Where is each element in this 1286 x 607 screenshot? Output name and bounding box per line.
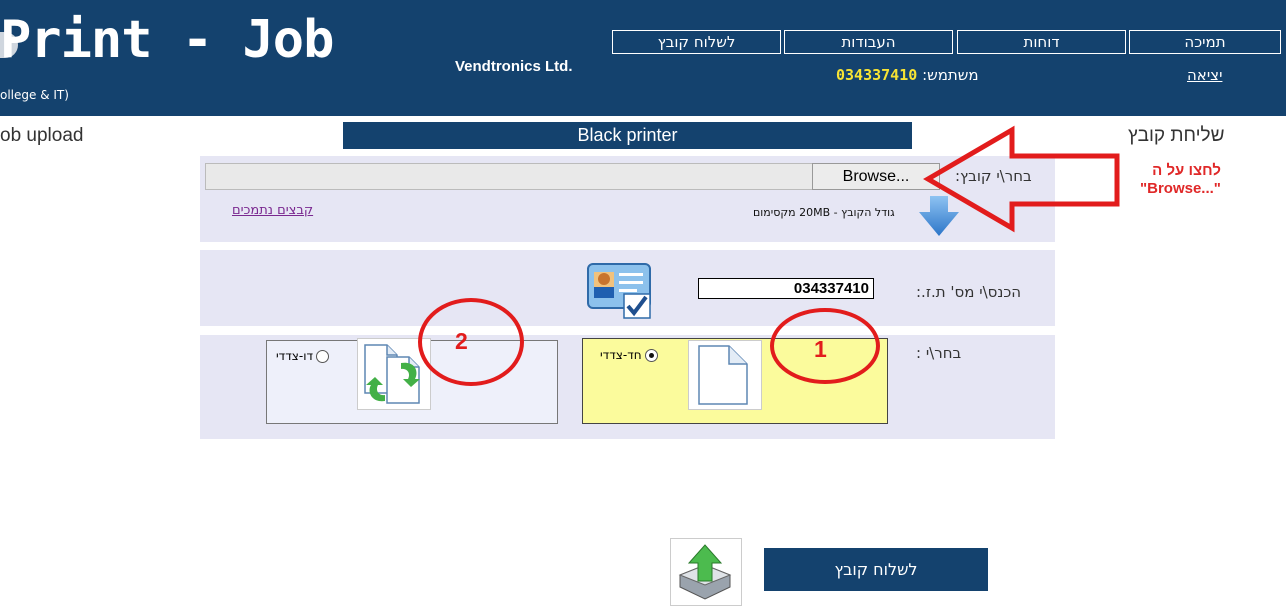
single-page-icon — [698, 345, 748, 405]
nav-reports[interactable]: דוחות — [957, 30, 1126, 54]
printer-name: Black printer — [343, 122, 912, 149]
nav-support[interactable]: תמיכה — [1129, 30, 1281, 54]
browse-hint: לחצו על ה "Browse..." — [1140, 162, 1221, 198]
supported-files-link[interactable]: קבצים נתמכים — [232, 203, 313, 218]
logout-link[interactable]: יציאה — [1187, 66, 1222, 84]
id-number-input[interactable] — [698, 278, 874, 299]
submit-file-button[interactable]: לשלוח קובץ — [764, 548, 988, 591]
annotation-number-2: 2 — [455, 328, 468, 354]
hint-line-1: לחצו על ה — [1152, 162, 1221, 179]
user-id: 034337410 — [836, 66, 918, 84]
single-sided-radio[interactable]: חד-צדדי — [600, 348, 658, 362]
page-title-right: שליחת קובץ — [1128, 125, 1225, 146]
page-title-left: ob upload — [0, 125, 84, 146]
hint-line-2: "Browse..." — [1140, 180, 1221, 197]
radio-double[interactable] — [316, 350, 330, 363]
annotation-number-1: 1 — [814, 336, 827, 362]
radio-single[interactable] — [644, 349, 658, 362]
college-label: ollege & IT) — [0, 88, 69, 102]
double-sided-label: דו-צדדי — [276, 349, 314, 363]
user-label: משתמש: — [922, 66, 979, 84]
browse-hint-arrow-icon — [923, 125, 1120, 233]
id-card-icon — [587, 263, 651, 319]
single-sided-label: חד-צדדי — [600, 348, 642, 362]
nav-jobs[interactable]: העבודות — [784, 30, 953, 54]
nav-send-file[interactable]: לשלוח קובץ — [612, 30, 781, 54]
duplex-pages-icon — [364, 344, 420, 404]
upload-tray-icon — [678, 544, 732, 600]
vendor-name: Vendtronics Ltd. — [455, 58, 573, 75]
annotation-circle-2 — [418, 298, 524, 386]
user-info: משתמש: 034337410 — [836, 66, 979, 84]
double-sided-radio[interactable]: דו-צדדי — [276, 349, 330, 363]
id-label: הכנס\י מס' ת.ז.: — [916, 283, 1022, 301]
file-path-input[interactable] — [205, 163, 813, 190]
max-size-text: גודל הקובץ - 20MB מקסימום — [753, 206, 895, 219]
brand-logo: Print - Job — [0, 10, 334, 70]
mode-label: בחר\י : — [916, 344, 962, 362]
